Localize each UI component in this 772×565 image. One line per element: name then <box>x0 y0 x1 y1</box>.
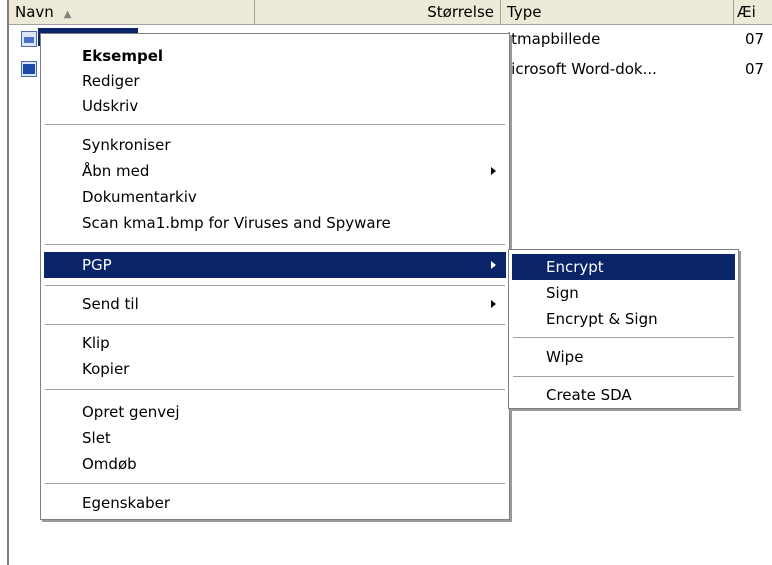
menu-item-synkroniser[interactable]: Synkroniser <box>44 132 506 158</box>
sort-ascending-icon: ▲ <box>63 9 72 20</box>
file-modified: 07 <box>745 30 765 48</box>
menu-separator <box>45 285 505 287</box>
menu-separator <box>45 389 505 391</box>
column-header-name-label: Navn <box>15 3 54 21</box>
menu-separator <box>45 324 505 326</box>
word-document-icon <box>21 61 37 77</box>
column-header-type[interactable]: Type <box>501 0 734 24</box>
menu-separator <box>513 376 734 378</box>
menu-item-open-with[interactable]: Åbn med <box>44 158 506 184</box>
menu-item-scan-viruses[interactable]: Scan kma1.bmp for Viruses and Spyware <box>44 210 506 236</box>
column-header-bar: Navn ▲ Størrelse Type Æi <box>9 0 772 25</box>
menu-item-rename[interactable]: Omdøb <box>44 451 506 477</box>
submenu-arrow-icon <box>491 261 496 269</box>
menu-item-kopier[interactable]: Kopier <box>44 356 506 382</box>
menu-item-pgp-label: PGP <box>82 256 112 274</box>
file-type: itmapbillede <box>507 30 601 48</box>
menu-item-properties[interactable]: Egenskaber <box>44 490 506 516</box>
pgp-submenu: Encrypt Sign Encrypt & Sign Wipe Create … <box>508 249 739 409</box>
menu-item-send-to-label: Send til <box>82 295 139 313</box>
submenu-item-encrypt[interactable]: Encrypt <box>512 254 735 280</box>
menu-item-send-to[interactable]: Send til <box>44 291 506 317</box>
menu-item-klip[interactable]: Klip <box>44 330 506 356</box>
pane-border <box>7 0 9 565</box>
menu-item-dokumentarkiv[interactable]: Dokumentarkiv <box>44 184 506 210</box>
submenu-item-sign[interactable]: Sign <box>512 280 735 306</box>
submenu-arrow-icon <box>491 300 496 308</box>
submenu-item-encrypt-sign[interactable]: Encrypt & Sign <box>512 306 735 332</box>
column-header-modified[interactable]: Æi <box>734 0 772 24</box>
submenu-item-create-sda[interactable]: Create SDA <box>512 382 735 408</box>
file-type: licrosoft Word-dok... <box>507 60 657 78</box>
context-menu: Eksempel Rediger Udskriv Synkroniser Åbn… <box>40 33 510 520</box>
file-modified: 07 <box>745 60 765 78</box>
menu-item-rediger[interactable]: Rediger <box>44 68 506 94</box>
menu-item-delete[interactable]: Slet <box>44 425 506 451</box>
column-header-name[interactable]: Navn ▲ <box>9 0 255 24</box>
column-header-size[interactable]: Størrelse <box>255 0 501 24</box>
submenu-arrow-icon <box>491 167 496 175</box>
menu-item-open-with-label: Åbn med <box>82 162 150 180</box>
bitmap-file-icon <box>21 31 37 47</box>
menu-separator <box>513 337 734 339</box>
menu-item-pgp[interactable]: PGP <box>44 252 506 278</box>
menu-item-udskriv[interactable]: Udskriv <box>44 93 506 119</box>
menu-separator <box>45 483 505 485</box>
menu-item-eksempel[interactable]: Eksempel <box>44 43 506 69</box>
submenu-item-wipe[interactable]: Wipe <box>512 344 735 370</box>
menu-separator <box>45 124 505 126</box>
menu-item-create-shortcut[interactable]: Opret genvej <box>44 399 506 425</box>
menu-separator <box>45 244 505 246</box>
